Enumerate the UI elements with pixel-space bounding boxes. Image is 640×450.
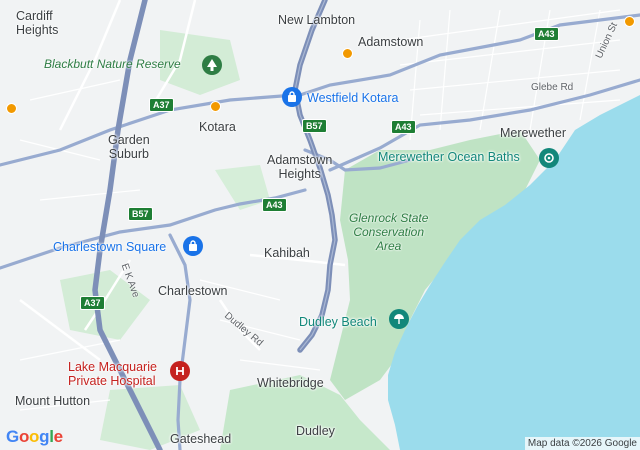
place-new-lambton: New Lambton	[278, 13, 356, 27]
place-adamstown-heights: Adamstown Heights	[267, 153, 333, 182]
logo-letter: o	[29, 427, 40, 446]
poi-hospital-label[interactable]: Lake Macquarie Private Hospital	[68, 360, 157, 389]
place-adamstown: Adamstown	[358, 35, 424, 49]
logo-letter: g	[39, 427, 50, 446]
shopping-bag-icon[interactable]	[282, 87, 302, 107]
place-merewether: Merewether	[500, 126, 566, 140]
place-whitebridge: Whitebridge	[257, 376, 324, 390]
place-garden-suburb: Garden Suburb	[108, 133, 150, 162]
route-shield-b57: B57	[128, 207, 153, 221]
map-attribution[interactable]: Map data ©2026 Google	[524, 437, 640, 450]
route-shield-a37: A37	[149, 98, 174, 112]
route-shield-a43: A43	[391, 120, 416, 134]
swimming-icon[interactable]	[539, 148, 559, 168]
poi-dot-icon[interactable]	[624, 16, 635, 27]
poi-dot-icon[interactable]	[342, 48, 353, 59]
place-kotara: Kotara	[199, 120, 236, 134]
logo-letter: o	[18, 427, 30, 446]
poi-westfield-kotara-label[interactable]: Westfield Kotara	[307, 91, 398, 105]
logo-letter: G	[6, 427, 19, 446]
poi-dot-icon[interactable]	[6, 103, 17, 114]
place-gateshead: Gateshead	[170, 432, 232, 446]
route-shield-a43: A43	[262, 198, 287, 212]
street-glebe-rd: Glebe Rd	[531, 82, 574, 93]
place-dudley: Dudley	[296, 424, 335, 438]
place-kahibah: Kahibah	[264, 246, 310, 260]
route-shield-b57: B57	[302, 119, 327, 133]
route-shield-a37: A37	[80, 296, 105, 310]
beach-umbrella-icon[interactable]	[389, 309, 409, 329]
logo-letter: e	[53, 427, 63, 446]
poi-charlestown-square-label[interactable]: Charlestown Square	[53, 240, 166, 254]
hospital-icon[interactable]	[170, 361, 190, 381]
tree-icon[interactable]	[202, 55, 222, 75]
place-charlestown: Charlestown	[158, 284, 228, 298]
shopping-bag-icon[interactable]	[183, 236, 203, 256]
poi-dot-icon[interactable]	[210, 101, 221, 112]
route-shield-a43: A43	[534, 27, 559, 41]
place-cardiff-heights: Cardiff Heights	[16, 9, 59, 38]
poi-glenrock-label[interactable]: Glenrock State Conservation Area	[349, 211, 428, 253]
poi-blackbutt-label[interactable]: Blackbutt Nature Reserve	[44, 57, 181, 72]
poi-dudley-beach-label[interactable]: Dudley Beach	[299, 315, 377, 329]
place-mount-hutton: Mount Hutton	[15, 394, 91, 408]
google-logo[interactable]: Google	[6, 427, 63, 447]
poi-merewether-baths-label[interactable]: Merewether Ocean Baths	[378, 150, 520, 164]
